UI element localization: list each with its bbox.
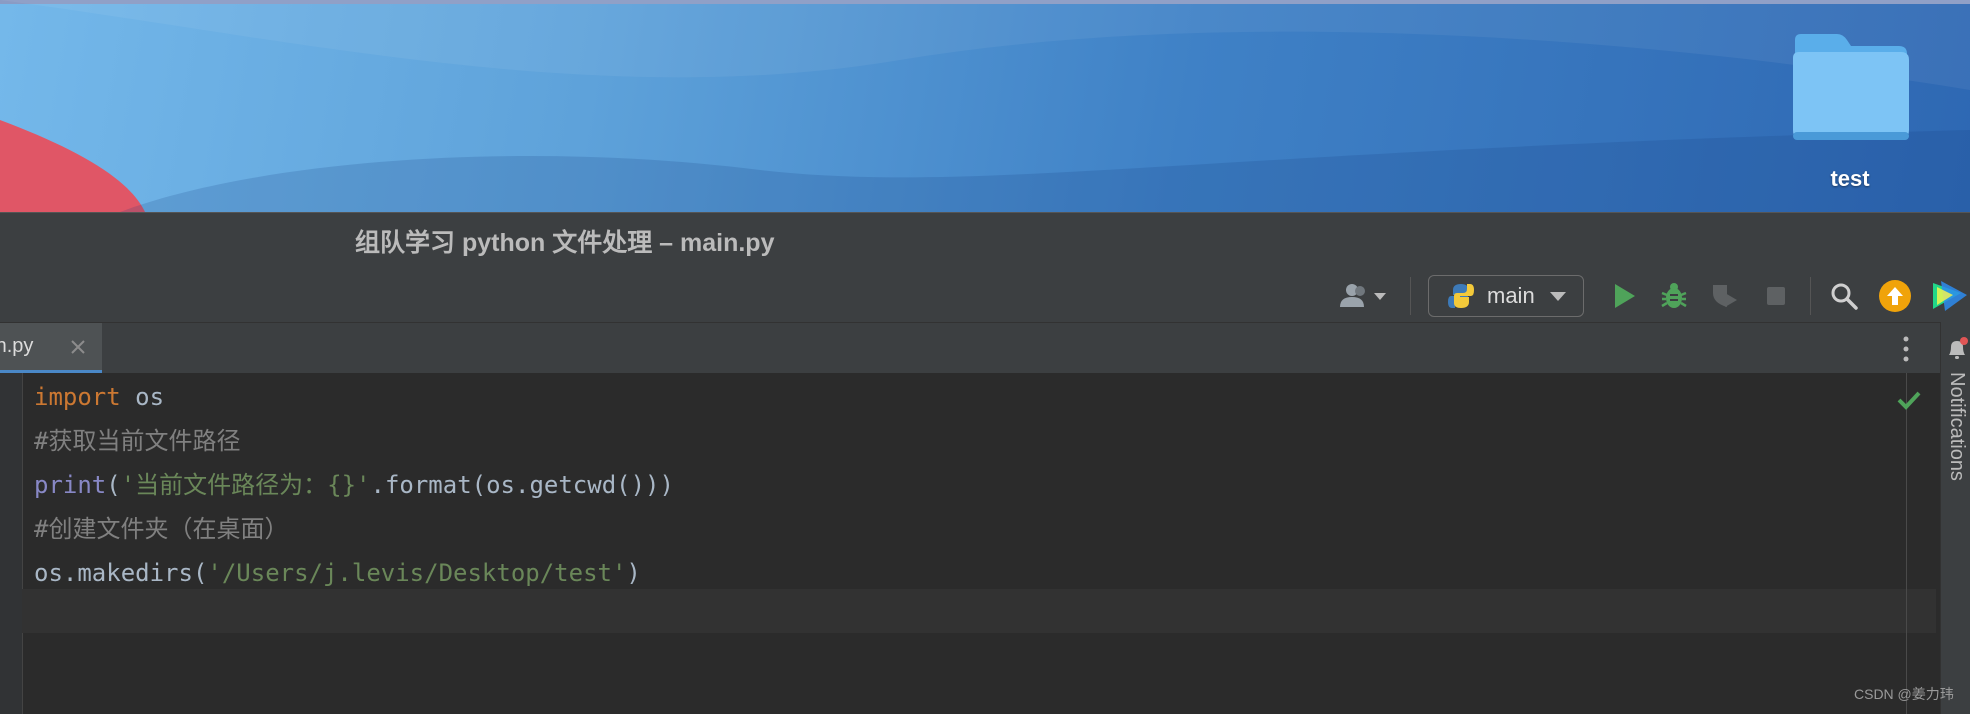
notifications-tool-button[interactable]: Notifications: [1944, 372, 1968, 481]
comment-token: #创建文件夹（在桌面）: [34, 515, 289, 543]
debug-button[interactable]: [1656, 277, 1692, 315]
string-token: '/Users/j.levis/Desktop/test': [207, 559, 627, 587]
code-token: os: [120, 383, 165, 411]
bug-icon: [1661, 283, 1687, 308]
search-icon: [1831, 283, 1858, 310]
code-line-2[interactable]: #获取当前文件路径: [34, 421, 240, 461]
right-margin-guide: [1906, 373, 1907, 714]
builtin-token: print: [34, 471, 107, 499]
code-token: .format(os.getcwd())): [370, 471, 674, 499]
coverage-button[interactable]: [1706, 277, 1742, 315]
wallpaper-waves: [0, 0, 1970, 212]
editor-gutter: [0, 373, 23, 714]
tab-main-py[interactable]: ain.py: [0, 323, 102, 374]
search-button[interactable]: [1826, 277, 1862, 315]
chevron-down-icon: [1550, 292, 1566, 301]
folder-label: test: [1830, 166, 1870, 191]
caret-line-highlight: [22, 589, 1936, 633]
update-button[interactable]: [1876, 277, 1914, 315]
bell-icon[interactable]: [1945, 336, 1969, 362]
toolbox-icon: [1933, 281, 1967, 311]
coverage-icon: [1713, 285, 1737, 307]
comment-token: #获取当前文件路径: [34, 427, 241, 455]
run-button[interactable]: [1606, 277, 1642, 315]
right-tool-strip: Notifications: [1940, 322, 1970, 714]
user-icon: [1340, 284, 1386, 307]
code-editor[interactable]: import os #获取当前文件路径 print('当前文件路径为：{}'.f…: [0, 373, 1940, 714]
run-config-label: main: [1487, 283, 1535, 308]
ide-logo-icon[interactable]: [1928, 277, 1970, 315]
main-toolbar: main: [0, 269, 1970, 323]
code-line-1[interactable]: import os: [34, 377, 164, 417]
check-icon[interactable]: [1896, 387, 1922, 413]
more-vertical-icon[interactable]: [1896, 333, 1916, 365]
stop-icon: [1767, 287, 1785, 305]
folder-icon: [1793, 34, 1909, 140]
code-line-3[interactable]: print('当前文件路径为：{}'.format(os.getcwd())): [34, 465, 674, 505]
ide-window: 组队学习 python 文件处理 – main.py main n.py Not…: [0, 212, 1970, 714]
tab-label: ain.py: [0, 335, 34, 357]
play-icon: [1615, 284, 1635, 308]
keyword-token: import: [34, 383, 121, 411]
code-line-5[interactable]: os.makedirs('/Users/j.levis/Desktop/test…: [34, 553, 641, 593]
string-token: '当前文件路径为：{}': [120, 471, 371, 499]
code-line-4[interactable]: #创建文件夹（在桌面）: [34, 509, 288, 549]
run-config-select[interactable]: main: [1428, 275, 1584, 317]
toolbar-separator: [1410, 277, 1411, 315]
close-icon[interactable]: [66, 335, 90, 359]
code-token: os.makedirs(: [34, 559, 208, 587]
title-bar: 组队学习 python 文件处理 – main.py main: [0, 212, 1970, 323]
stop-button[interactable]: [1758, 277, 1794, 315]
arrow-up-icon: [1879, 280, 1911, 312]
editor-tabs: ain.py: [0, 322, 1940, 374]
toolbar-separator: [1810, 277, 1811, 315]
vcs-user-button[interactable]: [1336, 279, 1392, 313]
desktop-background: test: [0, 0, 1970, 212]
python-icon: [1448, 284, 1474, 308]
watermark-text: CSDN @姜力玮: [1854, 686, 1954, 702]
desktop-folder-test[interactable]: test: [1785, 30, 1915, 200]
window-title: 组队学习 python 文件处理 – main.py: [355, 229, 775, 257]
code-token: ): [626, 559, 641, 587]
code-token: (: [106, 471, 121, 499]
